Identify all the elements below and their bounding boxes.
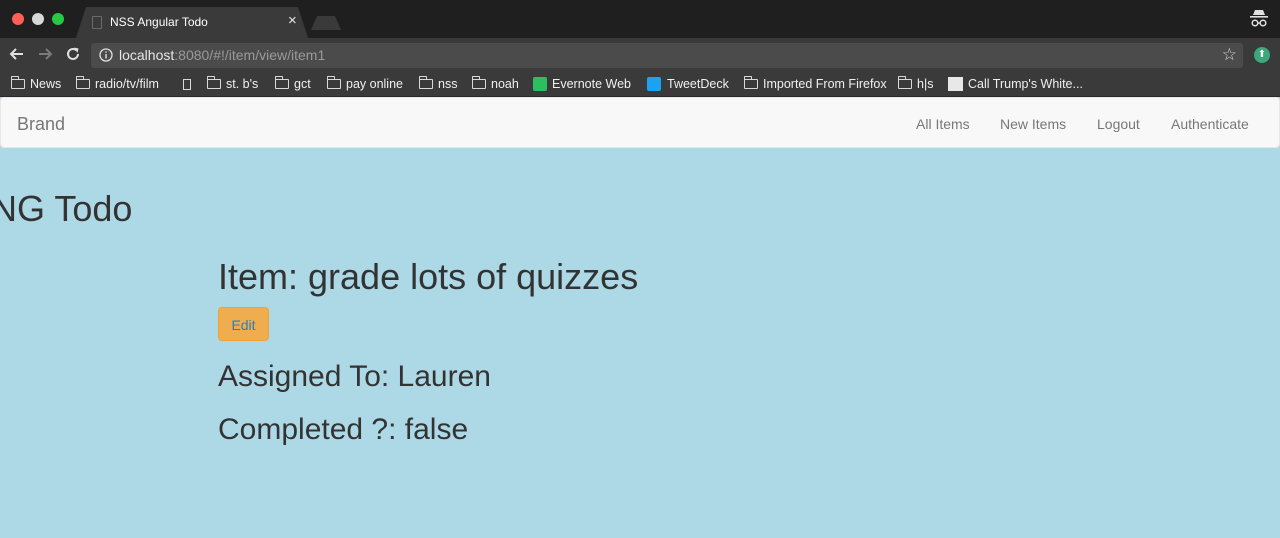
- forward-arrow-icon[interactable]: [35, 44, 55, 64]
- bookmark-label: Evernote Web: [552, 77, 631, 91]
- bookmark-imported-from-firefox[interactable]: Imported From Firefox: [744, 75, 887, 93]
- url-host: localhost: [119, 47, 175, 63]
- bookmark-label: gct: [294, 77, 311, 91]
- url-path: :8080/#!/item/view/item1: [174, 47, 326, 63]
- nav-link-logout[interactable]: Logout: [1097, 116, 1140, 132]
- page-icon: [183, 78, 191, 90]
- bookmarks-bar: News radio/tv/film st. b's gct pay onlin…: [0, 72, 1280, 97]
- evernote-icon: [533, 77, 547, 91]
- bookmark-evernote-web[interactable]: Evernote Web: [533, 75, 631, 93]
- bookmark-label: News: [30, 77, 62, 91]
- nav-link-new-items[interactable]: New Items: [1000, 116, 1066, 132]
- window-maximize-button[interactable]: [52, 13, 64, 25]
- folder-icon: [11, 76, 25, 89]
- bookmark-star-icon[interactable]: ☆: [1222, 45, 1237, 65]
- browser-toolbar: localhost:8080/#!/item/view/item1 ☆ ⬆: [0, 38, 1280, 72]
- folder-icon: [327, 76, 341, 89]
- bookmark-label: Imported From Firefox: [763, 77, 887, 91]
- browser-title-bar: NSS Angular Todo ×: [0, 0, 1280, 38]
- tweetdeck-icon: [647, 77, 661, 91]
- address-bar[interactable]: localhost:8080/#!/item/view/item1 ☆: [91, 43, 1243, 68]
- folder-icon: [275, 76, 289, 89]
- item-title: Item: grade lots of quizzes: [218, 256, 639, 297]
- bookmark-label: h|s: [917, 77, 934, 91]
- assigned-to-heading: Assigned To: Lauren: [218, 360, 491, 393]
- folder-icon: [76, 76, 90, 89]
- bookmark-nss[interactable]: nss: [419, 75, 457, 93]
- navbar-brand[interactable]: Brand: [17, 114, 65, 135]
- bookmark-label: TweetDeck: [667, 77, 729, 91]
- extension-icon[interactable]: ⬆: [1254, 47, 1270, 63]
- tab-close-icon[interactable]: ×: [288, 13, 297, 29]
- folder-icon: [472, 76, 486, 89]
- edit-button[interactable]: Edit: [218, 307, 269, 341]
- bookmark-news[interactable]: News: [11, 75, 61, 93]
- bookmark-label: pay online: [346, 77, 403, 91]
- bookmark-label: radio/tv/film: [95, 77, 159, 91]
- url-text: localhost:8080/#!/item/view/item1: [119, 47, 325, 63]
- bookmark-gct[interactable]: gct: [275, 75, 311, 93]
- reload-icon[interactable]: [63, 44, 83, 64]
- bookmark-label: nss: [438, 77, 458, 91]
- page-icon: [92, 16, 102, 29]
- bookmark-noah[interactable]: noah: [472, 75, 519, 93]
- folder-icon: [744, 76, 758, 89]
- completed-heading: Completed ?: false: [218, 413, 469, 446]
- new-tab-button[interactable]: [311, 16, 341, 30]
- bookmark-st-bs[interactable]: st. b's: [207, 75, 258, 93]
- white-house-icon: [948, 77, 963, 91]
- window-close-button[interactable]: [12, 13, 24, 25]
- window-minimize-button[interactable]: [32, 13, 44, 25]
- browser-tab[interactable]: NSS Angular Todo ×: [76, 7, 308, 38]
- app-navbar: Brand All Items New Items Logout Authent…: [0, 97, 1280, 148]
- bookmark-page[interactable]: [183, 75, 191, 93]
- nav-link-all-items[interactable]: All Items: [916, 116, 970, 132]
- info-icon[interactable]: [99, 48, 113, 62]
- bookmark-label: Call Trump's White...: [968, 77, 1083, 91]
- bookmark-label: noah: [491, 77, 519, 91]
- bookmark-pay-online[interactable]: pay online: [327, 75, 403, 93]
- folder-icon: [419, 76, 433, 89]
- incognito-icon: [1250, 10, 1268, 27]
- folder-icon: [898, 76, 912, 89]
- folder-icon: [207, 76, 221, 89]
- nav-link-authenticate[interactable]: Authenticate: [1171, 116, 1249, 132]
- bookmark-call-trumps-white-house[interactable]: Call Trump's White...: [948, 75, 1083, 93]
- back-arrow-icon[interactable]: [7, 44, 27, 64]
- bookmark-tweetdeck[interactable]: TweetDeck: [647, 75, 729, 93]
- bookmark-hs[interactable]: h|s: [898, 75, 933, 93]
- bookmark-label: st. b's: [226, 77, 259, 91]
- bookmark-radio-tv-film[interactable]: radio/tv/film: [76, 75, 159, 93]
- tab-title: NSS Angular Todo: [110, 15, 208, 29]
- app-title: NG Todo: [0, 188, 133, 229]
